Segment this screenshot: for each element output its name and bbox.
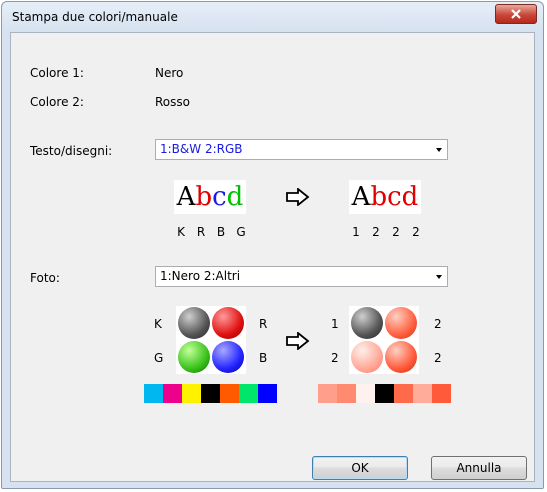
text-drawing-label: Testo/disegni: — [30, 144, 113, 158]
swatch-cyan — [144, 384, 163, 403]
photo-number-tl: 1 — [331, 317, 339, 331]
number-2: 2 — [392, 225, 400, 239]
cancel-button[interactable]: Annulla — [431, 456, 527, 480]
number-2: 2 — [412, 225, 420, 239]
close-button[interactable] — [495, 4, 537, 24]
swatch-black — [201, 384, 220, 403]
apple-black — [351, 307, 383, 339]
chevron-down-icon — [436, 148, 442, 152]
arrow-right-icon — [286, 332, 310, 350]
close-icon — [511, 9, 521, 19]
apple-red-tone — [385, 341, 417, 373]
text-sample-result: Abcd — [349, 180, 421, 214]
apple-red-tone — [385, 307, 417, 339]
photo-label-r: R — [259, 317, 268, 331]
swatch-tone-5 — [413, 384, 432, 403]
arrow-right-icon — [286, 188, 310, 206]
letter-k: K — [177, 225, 185, 239]
number-1: 1 — [352, 225, 360, 239]
photo-label-g: G — [154, 351, 164, 365]
apple-blue — [212, 341, 244, 373]
text-sample-result-numbers: 1 2 2 2 — [346, 225, 426, 239]
swatch-green — [239, 384, 258, 403]
text-drawing-select[interactable]: 1:B&W 2:RGB — [155, 139, 448, 160]
photo-sample-result — [349, 306, 419, 374]
apple-light-red-tone — [351, 341, 383, 373]
color2-label: Colore 2: — [30, 95, 84, 109]
photo-select[interactable]: 1:Nero 2:Altri — [155, 266, 448, 287]
color2-value: Rosso — [155, 95, 190, 109]
photo-number-bl: 2 — [331, 351, 339, 365]
swatches-result — [318, 384, 451, 403]
photo-sample-original — [176, 306, 246, 374]
title-bar[interactable]: Stampa due colori/manuale — [2, 2, 543, 32]
color1-label: Colore 1: — [30, 66, 84, 80]
swatch-blue — [258, 384, 277, 403]
dialog-window: Stampa due colori/manuale Colore 1: Nero… — [1, 1, 544, 489]
photo-number-tr: 2 — [434, 317, 442, 331]
apple-red — [212, 307, 244, 339]
swatch-tone-1 — [318, 384, 337, 403]
swatch-tone-6 — [432, 384, 451, 403]
swatch-tone-4 — [394, 384, 413, 403]
letter-b: B — [216, 225, 226, 239]
apple-green — [178, 341, 210, 373]
text-drawing-selected: 1:B&W 2:RGB — [160, 142, 243, 156]
swatch-magenta — [163, 384, 182, 403]
letter-r: R — [196, 225, 206, 239]
text-sample-original: Abcd — [174, 180, 246, 214]
apple-black — [178, 307, 210, 339]
swatches-original — [144, 384, 277, 403]
window-title: Stampa due colori/manuale — [12, 10, 178, 24]
chevron-down-icon — [436, 275, 442, 279]
photo-label-b: B — [259, 351, 268, 365]
photo-selected: 1:Nero 2:Altri — [160, 269, 241, 283]
text-sample-original-letters: K R B G — [171, 225, 251, 239]
swatch-yellow — [182, 384, 201, 403]
color1-value: Nero — [155, 66, 184, 80]
number-2: 2 — [372, 225, 380, 239]
letter-g: G — [236, 225, 246, 239]
swatch-tone-2 — [337, 384, 356, 403]
photo-label-k: K — [154, 317, 162, 331]
ok-button[interactable]: OK — [312, 456, 408, 480]
swatch-tone-3 — [356, 384, 375, 403]
swatch-orange — [220, 384, 239, 403]
swatch-black — [375, 384, 394, 403]
dialog-content: Colore 1: Nero Colore 2: Rosso Testo/dis… — [10, 32, 535, 482]
photo-number-br: 2 — [434, 351, 442, 365]
photo-label: Foto: — [30, 271, 60, 285]
